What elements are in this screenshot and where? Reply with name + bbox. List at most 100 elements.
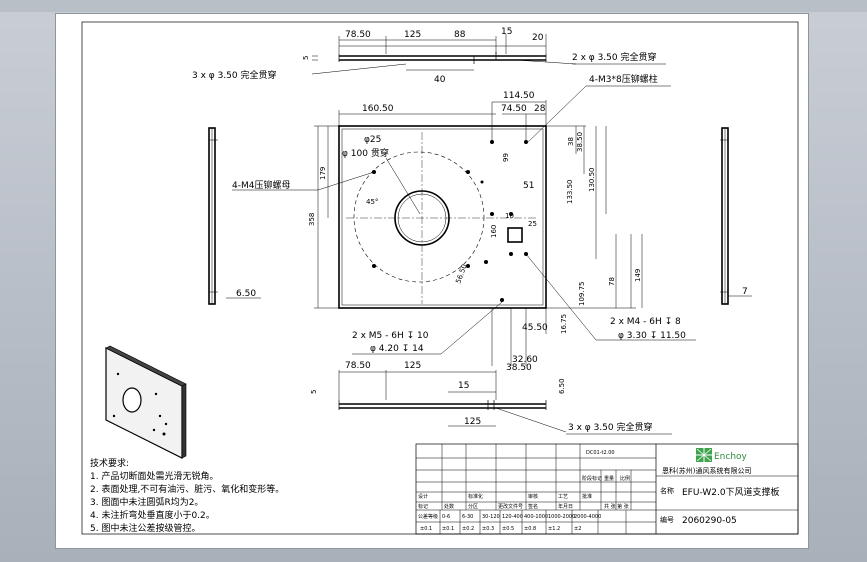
dim-38-50: 38.50 (576, 132, 584, 152)
company-logo (696, 448, 712, 462)
logo-text: Enchoy (714, 452, 748, 462)
note-m4: 2 x M4 - 6H ↧ 8 (610, 317, 681, 327)
left-side-view: 6.50 (208, 127, 261, 305)
tol-val-4: ±0.5 (502, 526, 514, 532)
label-sign: 签名 (528, 503, 538, 510)
note-bottom-holes: 3 x φ 3.50 完全贯穿 (568, 421, 652, 433)
tol-val-1: ±0.1 (442, 526, 454, 532)
label-approve: 批准 (582, 493, 592, 500)
company-name: 恩科(苏州)通风系统有限公司 (662, 466, 751, 475)
tol-val-5: ±0.8 (524, 526, 536, 532)
material-code: DC01-t2.00 (586, 450, 615, 456)
tol-head-0: 公差等级 (418, 513, 438, 520)
dim-top-125: 125 (404, 30, 421, 40)
dim-bottom-6-50: 6.50 (558, 378, 566, 394)
note-m3-studs: 4-M3*8压铆螺柱 (589, 73, 658, 85)
label-standard: 标准化 (468, 493, 483, 500)
dim-74: 74.50 (501, 104, 527, 114)
dim-358: 358 (308, 213, 316, 226)
dim-45deg: 45° (366, 198, 378, 206)
dim-right-7: 7 (742, 287, 748, 297)
note-m4-b: φ 3.30 ↧ 11.50 (618, 331, 686, 341)
label-change-doc: 更改文件号 (498, 503, 523, 510)
tol-val-0: ±0.1 (420, 526, 432, 532)
isometric-view (105, 345, 187, 459)
label-mark: 标记 (418, 503, 428, 510)
label-stage: 阶段标记 (582, 475, 602, 482)
dim-left-6-50: 6.50 (236, 289, 256, 299)
note-m5-b: φ 4.20 ↧ 14 (370, 344, 424, 354)
dim-top-40: 40 (434, 75, 446, 85)
sheet-info: 共 张 第 张 (604, 503, 629, 510)
label-date: 年月日 (558, 503, 573, 510)
dim-133: 133.50 (566, 180, 574, 205)
note-m5: 2 x M5 - 6H ↧ 10 (352, 331, 429, 341)
drawing-sheet: 78.50 125 88 15 20 40 5 3 x φ 3.50 完全贯穿 … (56, 14, 808, 548)
dim-38-bottom: 38.50 (506, 363, 532, 373)
tol-val-6: ±1.2 (548, 526, 560, 532)
dim-side-5-top: 5 (302, 56, 310, 60)
dim-top-20: 20 (532, 33, 544, 43)
label-process: 工艺 (558, 494, 568, 500)
tech-item-2: 2. 表面处理,不可有油污、脏污、氧化和变形等。 (90, 483, 284, 495)
square-cutout (507, 227, 523, 243)
tol-head-5: 400-1000 (524, 514, 548, 520)
top-view: 78.50 125 88 15 20 40 5 (302, 27, 577, 85)
dim-bottom-125b: 125 (464, 417, 481, 427)
drawing-border (81, 21, 799, 535)
note-right-top-holes: 2 x φ 3.50 完全贯穿 (572, 51, 656, 63)
part-name-label: 名称 (660, 486, 674, 495)
dim-114: 114.50 (503, 91, 535, 101)
dim-51: 51 (523, 181, 534, 191)
dim-38: 38 (567, 137, 575, 146)
tol-head-3: 30-120 (482, 514, 500, 520)
tol-val-7: ±2 (574, 526, 581, 532)
note-top-holes: 3 x φ 3.50 完全贯穿 (192, 69, 276, 81)
dim-179: 179 (319, 167, 327, 180)
tech-item-3: 3. 图面中未注圆弧R均为2。 (90, 496, 203, 508)
tech-item-5: 5. 图中未注公差按级管控。 (90, 522, 200, 534)
dim-top-88: 88 (454, 30, 466, 40)
dim-d25: φ25 (364, 135, 381, 145)
dim-45-50: 45.50 (522, 323, 548, 333)
dim-d100: φ 100 贯穿 (342, 147, 389, 159)
tol-val-2: ±0.2 (462, 526, 474, 532)
dim-149: 149 (634, 269, 642, 282)
dim-10: 10 (505, 212, 514, 220)
dim-160-v: 160 (490, 225, 498, 238)
dim-109: 109.75 (578, 282, 586, 307)
label-scale: 比例 (620, 475, 630, 482)
dim-56: 56.50 (454, 263, 468, 285)
dim-160: 160.50 (362, 104, 394, 114)
tech-item-4: 4. 未注折弯处垂直度小于0.2。 (90, 509, 215, 521)
dim-bottom-78: 78.50 (345, 361, 371, 371)
dim-top-78: 78.50 (345, 30, 371, 40)
dim-78: 78 (608, 277, 616, 286)
dim-bottom-15: 15 (458, 381, 469, 391)
tech-item-1: 1. 产品切断面处需光滑无锐角。 (90, 470, 218, 482)
tech-heading: 技术要求: (90, 457, 129, 469)
dim-16: 16.75 (560, 314, 568, 334)
cad-toolbar-strip (0, 0, 867, 12)
dim-side-5-bottom: 5 (310, 390, 318, 394)
tol-head-6: 1000-2000 (548, 514, 575, 520)
tol-head-1: 0-6 (442, 514, 450, 520)
label-weight: 重量 (604, 475, 614, 482)
label-zone: 分区 (468, 503, 478, 510)
part-no: 2060290-05 (682, 516, 737, 526)
dim-bottom-125: 125 (404, 361, 421, 371)
label-count: 处数 (444, 503, 454, 510)
tol-head-4: 120-400 (502, 514, 523, 520)
dim-top-15: 15 (501, 27, 512, 37)
title-block: Enchoy 恩科(苏州)通风系统有限公司 DC01-t2.00 名称 EFU-… (415, 443, 799, 535)
note-m4-nuts: 4-M4压铆螺母 (232, 179, 290, 191)
tol-head-2: 6-30 (462, 514, 473, 520)
dim-25: 25 (528, 220, 537, 228)
label-review: 审核 (528, 493, 538, 500)
dim-28: 28 (534, 104, 546, 114)
right-side-view: 7 (720, 127, 752, 305)
dim-99: 99 (502, 153, 510, 162)
drawing-canvas: 78.50 125 88 15 20 40 5 3 x φ 3.50 完全贯穿 … (81, 21, 799, 535)
part-no-label: 编号 (660, 515, 674, 524)
part-name: EFU-W2.0下风道支撑板 (682, 486, 780, 498)
